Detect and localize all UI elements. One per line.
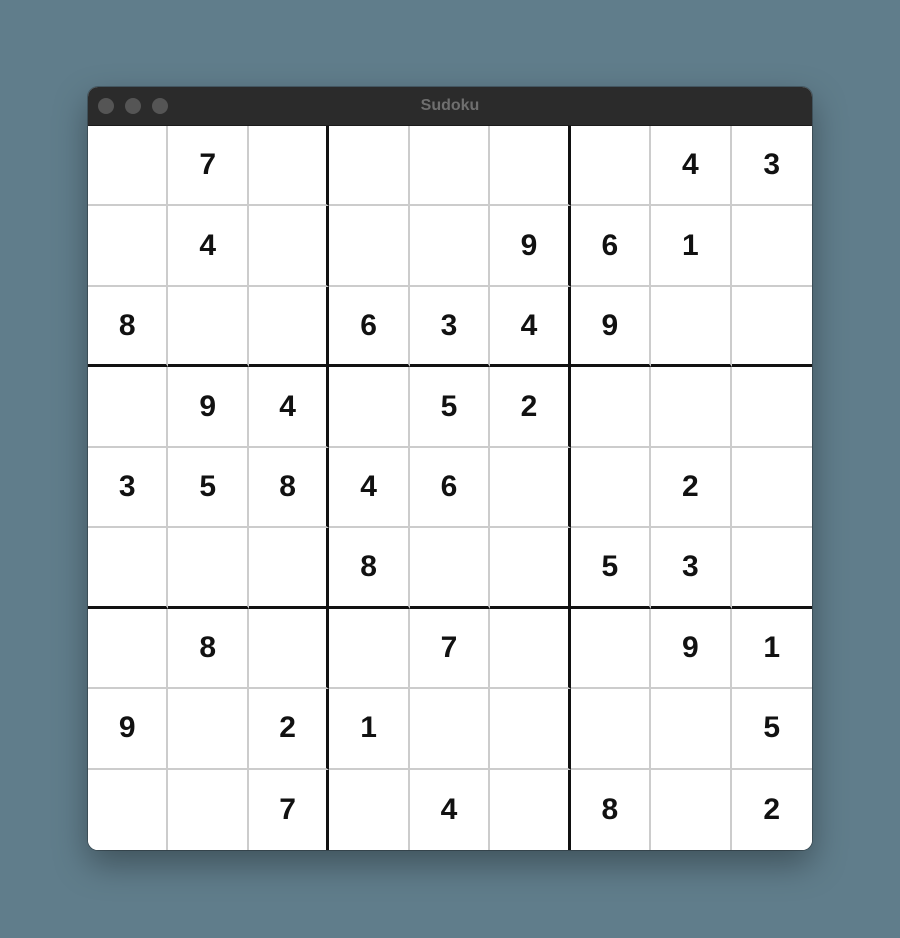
sudoku-cell-r6-c9[interactable]	[731, 528, 812, 609]
sudoku-cell-r6-c3[interactable]	[248, 528, 330, 609]
sudoku-cell-r1-c3[interactable]	[248, 126, 330, 207]
sudoku-cell-r9-c4[interactable]	[329, 769, 410, 850]
sudoku-cell-r6-c6[interactable]	[490, 528, 571, 609]
sudoku-cell-r1-c4[interactable]	[329, 126, 410, 207]
sudoku-cell-r2-c2[interactable]: 4	[168, 206, 249, 287]
sudoku-cell-r7-c7[interactable]	[570, 608, 652, 690]
sudoku-cell-r5-c9[interactable]	[731, 447, 812, 529]
sudoku-cell-r4-c3[interactable]: 4	[248, 367, 330, 448]
sudoku-cell-r7-c9[interactable]: 1	[731, 608, 812, 690]
sudoku-cell-r4-c4[interactable]	[329, 367, 410, 448]
sudoku-board: 7434961863499452358462853879192157482	[88, 126, 812, 850]
sudoku-cell-r6-c4[interactable]: 8	[329, 528, 410, 609]
sudoku-cell-r5-c1[interactable]: 3	[88, 447, 169, 529]
sudoku-cell-r3-c7[interactable]: 9	[570, 286, 652, 368]
sudoku-cell-r7-c2[interactable]: 8	[168, 608, 249, 690]
window-title: Sudoku	[420, 97, 480, 114]
sudoku-cell-r5-c8[interactable]: 2	[651, 447, 732, 529]
sudoku-cell-r8-c6[interactable]	[490, 689, 571, 770]
sudoku-window: Sudoku 743496186349945235846285387919215…	[88, 87, 812, 850]
sudoku-cell-r9-c3[interactable]: 7	[248, 769, 330, 850]
sudoku-cell-r2-c1[interactable]	[88, 206, 169, 287]
sudoku-cell-r1-c1[interactable]	[88, 126, 169, 207]
sudoku-cell-r9-c1[interactable]	[88, 769, 169, 850]
sudoku-cell-r9-c7[interactable]: 8	[570, 769, 652, 850]
sudoku-cell-r8-c9[interactable]: 5	[731, 689, 812, 770]
sudoku-cell-r7-c4[interactable]	[329, 608, 410, 690]
sudoku-cell-r3-c2[interactable]	[168, 286, 249, 368]
sudoku-cell-r2-c6[interactable]: 9	[490, 206, 571, 287]
sudoku-cell-r9-c9[interactable]: 2	[731, 769, 812, 850]
sudoku-cell-r6-c2[interactable]	[168, 528, 249, 609]
sudoku-cell-r2-c9[interactable]	[731, 206, 812, 287]
sudoku-cell-r8-c7[interactable]	[570, 689, 652, 770]
sudoku-cell-r1-c5[interactable]	[409, 126, 491, 207]
title-bar[interactable]: Sudoku	[88, 87, 812, 126]
sudoku-cell-r2-c5[interactable]	[409, 206, 491, 287]
sudoku-cell-r1-c6[interactable]	[490, 126, 571, 207]
sudoku-cell-r1-c2[interactable]: 7	[168, 126, 249, 207]
sudoku-cell-r7-c5[interactable]: 7	[409, 608, 491, 690]
sudoku-cell-r3-c9[interactable]	[731, 286, 812, 368]
sudoku-cell-r9-c6[interactable]	[490, 769, 571, 850]
sudoku-cell-r3-c5[interactable]: 3	[409, 286, 491, 368]
sudoku-cell-r6-c8[interactable]: 3	[651, 528, 732, 609]
sudoku-cell-r1-c7[interactable]	[570, 126, 652, 207]
sudoku-cell-r1-c8[interactable]: 4	[651, 126, 732, 207]
sudoku-cell-r9-c8[interactable]	[651, 769, 732, 850]
sudoku-cell-r7-c3[interactable]	[248, 608, 330, 690]
sudoku-cell-r8-c3[interactable]: 2	[248, 689, 330, 770]
sudoku-cell-r7-c6[interactable]	[490, 608, 571, 690]
sudoku-cell-r3-c6[interactable]: 4	[490, 286, 571, 368]
sudoku-cell-r3-c3[interactable]	[248, 286, 330, 368]
sudoku-cell-r4-c1[interactable]	[88, 367, 169, 448]
sudoku-cell-r5-c3[interactable]: 8	[248, 447, 330, 529]
sudoku-cell-r7-c1[interactable]	[88, 608, 169, 690]
sudoku-cell-r9-c2[interactable]	[168, 769, 249, 850]
sudoku-cell-r2-c7[interactable]: 6	[570, 206, 652, 287]
sudoku-cell-r2-c8[interactable]: 1	[651, 206, 732, 287]
sudoku-cell-r4-c5[interactable]: 5	[409, 367, 491, 448]
sudoku-cell-r9-c5[interactable]: 4	[409, 769, 491, 850]
sudoku-cell-r4-c2[interactable]: 9	[168, 367, 249, 448]
sudoku-cell-r5-c2[interactable]: 5	[168, 447, 249, 529]
sudoku-cell-r2-c4[interactable]	[329, 206, 410, 287]
sudoku-cell-r6-c1[interactable]	[88, 528, 169, 609]
sudoku-cell-r2-c3[interactable]	[248, 206, 330, 287]
sudoku-cell-r7-c8[interactable]: 9	[651, 608, 732, 690]
sudoku-cell-r8-c2[interactable]	[168, 689, 249, 770]
sudoku-cell-r4-c7[interactable]	[570, 367, 652, 448]
sudoku-cell-r6-c5[interactable]	[409, 528, 491, 609]
sudoku-cell-r3-c1[interactable]: 8	[88, 286, 169, 368]
sudoku-cell-r1-c9[interactable]: 3	[731, 126, 812, 207]
sudoku-cell-r8-c4[interactable]: 1	[329, 689, 410, 770]
sudoku-cell-r4-c8[interactable]	[651, 367, 732, 448]
sudoku-cell-r3-c4[interactable]: 6	[329, 286, 410, 368]
sudoku-cell-r8-c5[interactable]	[409, 689, 491, 770]
sudoku-cell-r8-c1[interactable]: 9	[88, 689, 169, 770]
sudoku-cell-r4-c6[interactable]: 2	[490, 367, 571, 448]
sudoku-cell-r5-c6[interactable]	[490, 447, 571, 529]
sudoku-cell-r5-c7[interactable]	[570, 447, 652, 529]
sudoku-cell-r5-c5[interactable]: 6	[409, 447, 491, 529]
sudoku-cell-r6-c7[interactable]: 5	[570, 528, 652, 609]
sudoku-cell-r5-c4[interactable]: 4	[329, 447, 410, 529]
sudoku-cell-r3-c8[interactable]	[651, 286, 732, 368]
sudoku-cell-r4-c9[interactable]	[731, 367, 812, 448]
sudoku-cell-r8-c8[interactable]	[651, 689, 732, 770]
